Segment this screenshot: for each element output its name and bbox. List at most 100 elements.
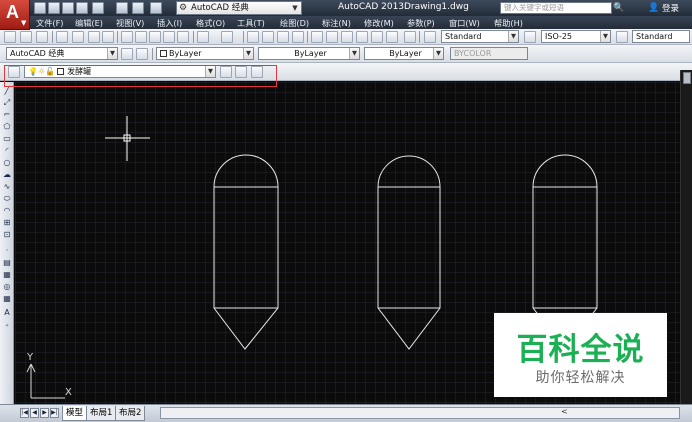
table-style-icon[interactable]: [616, 31, 628, 43]
menu-insert[interactable]: 插入(I): [157, 17, 182, 29]
workspace-settings-icon[interactable]: [121, 48, 133, 60]
zoom-previous-icon[interactable]: [292, 31, 304, 43]
tool-palettes-icon[interactable]: [341, 31, 353, 43]
dim-style-icon[interactable]: [524, 31, 536, 43]
save-icon[interactable]: [36, 31, 48, 43]
region-icon[interactable]: ◎: [2, 282, 12, 291]
first-tab-icon[interactable]: |◀: [20, 408, 29, 418]
user-icon[interactable]: 👤: [648, 2, 659, 14]
search-input[interactable]: 键入关键字或短语: [500, 2, 612, 14]
tab-layout2[interactable]: 布局2: [115, 406, 146, 421]
customize-icon[interactable]: [136, 48, 148, 60]
linetype-select[interactable]: ByLayer ▼: [258, 47, 360, 60]
lineweight-select[interactable]: ByLayer ▼: [364, 47, 444, 60]
save-as-icon[interactable]: [76, 2, 88, 14]
cut-icon[interactable]: [121, 31, 133, 43]
arc-icon[interactable]: ◜: [2, 146, 12, 155]
3d-print-icon[interactable]: [102, 31, 114, 43]
match-properties-icon[interactable]: [163, 31, 175, 43]
redo-icon[interactable]: [221, 31, 233, 43]
undo-icon[interactable]: [132, 2, 144, 14]
new-icon[interactable]: [34, 2, 46, 14]
workspace-select[interactable]: ⚙ AutoCAD 经典 ▼: [176, 1, 302, 15]
block-editor-icon[interactable]: [177, 31, 189, 43]
line-icon[interactable]: ╱: [2, 86, 12, 95]
plot-icon[interactable]: [92, 2, 104, 14]
menu-dimension[interactable]: 标注(N): [322, 17, 351, 29]
point-icon[interactable]: ·: [2, 246, 12, 255]
hatch-icon[interactable]: ▤: [2, 258, 12, 267]
menu-tools[interactable]: 工具(T): [237, 17, 265, 29]
save-icon[interactable]: [62, 2, 74, 14]
menu-window[interactable]: 窗口(W): [449, 17, 480, 29]
menu-draw[interactable]: 绘图(D): [280, 17, 309, 29]
dim-style-select[interactable]: ISO-25 ▼: [541, 30, 611, 43]
vertical-scrollbar[interactable]: [680, 70, 692, 404]
login-button[interactable]: 登录: [662, 2, 679, 14]
polyline-icon[interactable]: ⌐: [2, 110, 12, 119]
layer-select[interactable]: 💡☼🔓 发酵罐 ▼: [24, 65, 216, 78]
prev-tab-icon[interactable]: ◀: [30, 408, 39, 418]
horizontal-scrollbar[interactable]: <: [160, 407, 680, 419]
open-icon[interactable]: [48, 2, 60, 14]
markup-icon[interactable]: [371, 31, 383, 43]
app-menu-button[interactable]: A ▼: [0, 0, 30, 30]
binoculars-icon[interactable]: 🔍: [613, 2, 625, 14]
tab-layout1[interactable]: 布局1: [86, 406, 117, 421]
print-preview-icon[interactable]: [72, 31, 84, 43]
menu-help[interactable]: 帮助(H): [494, 17, 523, 29]
make-block-icon[interactable]: ⊡: [2, 230, 12, 239]
open-icon[interactable]: [20, 31, 32, 43]
layer-properties-icon[interactable]: [8, 66, 20, 78]
insert-block-icon[interactable]: ⊞: [2, 218, 12, 227]
undo-icon[interactable]: [197, 31, 209, 43]
new-icon[interactable]: [4, 31, 16, 43]
spline-icon[interactable]: ∿: [2, 182, 12, 191]
table-style-select[interactable]: Standard: [632, 30, 690, 43]
publish-icon[interactable]: [88, 31, 100, 43]
text-style-select[interactable]: Standard ▼: [441, 30, 519, 43]
text-style-icon[interactable]: [424, 31, 436, 43]
workspace-select[interactable]: AutoCAD 经典 ▼: [6, 47, 118, 60]
menu-view[interactable]: 视图(V): [116, 17, 144, 29]
polygon-icon[interactable]: ⬠: [2, 122, 12, 131]
menu-parameters[interactable]: 参数(P): [407, 17, 435, 29]
print-icon[interactable]: [116, 2, 128, 14]
next-tab-icon[interactable]: ▶: [40, 408, 49, 418]
table-icon[interactable]: ▦: [2, 294, 12, 303]
scroll-left-icon[interactable]: <: [561, 407, 568, 416]
multiline-text-icon[interactable]: A: [2, 308, 12, 317]
redo-icon[interactable]: [150, 2, 162, 14]
print-icon[interactable]: [56, 31, 68, 43]
zoom-realtime-icon[interactable]: [262, 31, 274, 43]
menu-edit[interactable]: 编辑(E): [75, 17, 103, 29]
ellipse-icon[interactable]: ⬭: [2, 194, 12, 203]
menu-modify[interactable]: 修改(M): [364, 17, 394, 29]
revision-cloud-icon[interactable]: ☁: [2, 170, 12, 179]
layer-states-icon[interactable]: [251, 66, 263, 78]
make-current-layer-icon[interactable]: [220, 66, 232, 78]
properties-icon[interactable]: [311, 31, 323, 43]
layer-previous-icon[interactable]: [235, 66, 247, 78]
scroll-thumb[interactable]: [683, 72, 691, 84]
construction-line-icon[interactable]: ⤢: [2, 98, 12, 107]
rectangle-icon[interactable]: ▭: [2, 134, 12, 143]
color-select[interactable]: ByLayer ▼: [156, 47, 254, 60]
gradient-icon[interactable]: ▦: [2, 270, 12, 279]
quickcalc-icon[interactable]: [386, 31, 398, 43]
add-selected-icon[interactable]: ⁺: [2, 322, 12, 331]
copy-icon[interactable]: [135, 31, 147, 43]
circle-icon[interactable]: ○: [2, 158, 12, 167]
tab-model[interactable]: 模型: [62, 406, 88, 421]
zoom-window-icon[interactable]: [277, 31, 289, 43]
ellipse-arc-icon[interactable]: ◠: [2, 206, 12, 215]
toolbar-divider: [419, 31, 420, 43]
pan-icon[interactable]: [247, 31, 259, 43]
paste-icon[interactable]: [149, 31, 161, 43]
sheet-set-icon[interactable]: [356, 31, 368, 43]
last-tab-icon[interactable]: ▶|: [50, 408, 59, 418]
help-icon[interactable]: [404, 31, 416, 43]
menu-file[interactable]: 文件(F): [36, 17, 63, 29]
menu-format[interactable]: 格式(O): [196, 17, 225, 29]
design-center-icon[interactable]: [326, 31, 338, 43]
